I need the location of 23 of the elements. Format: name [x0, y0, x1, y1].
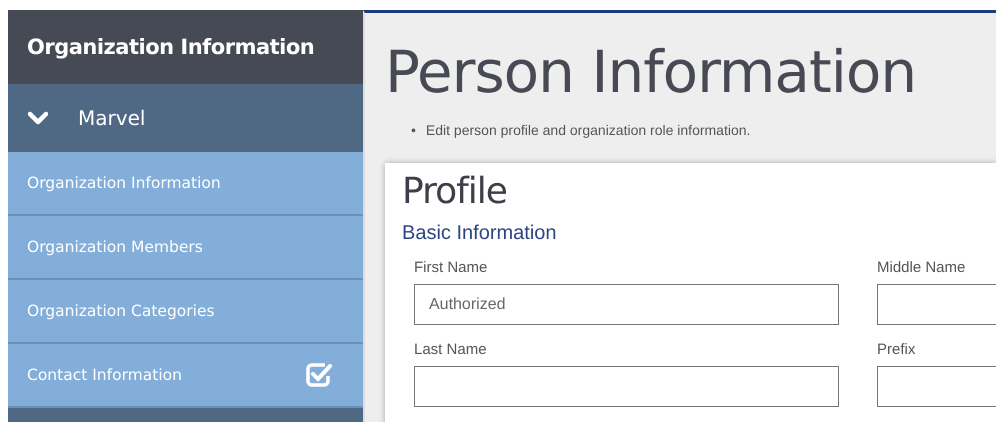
text-input[interactable]: Authorized: [414, 284, 839, 325]
chevron-icon: [28, 111, 48, 125]
sidebar-item[interactable]: Organization Information: [8, 152, 363, 216]
bullet: •: [411, 121, 416, 139]
field-label: Prefix: [877, 341, 916, 358]
field-label: First Name: [414, 259, 488, 276]
sidebar-item-label: Contact Information: [27, 366, 182, 384]
page-title: Person Information: [385, 43, 918, 101]
section-heading: Basic Information: [402, 222, 558, 245]
sidebar-title: Organization Information: [8, 10, 363, 84]
field-label: Middle Name: [877, 259, 966, 276]
sidebar-item[interactable]: Organization Categories: [8, 280, 363, 344]
sidebar-item-label: Organization Information: [27, 174, 221, 192]
group-header[interactable]: Marvel: [8, 84, 363, 152]
group-label: Marvel: [78, 106, 146, 130]
text-input[interactable]: [414, 366, 839, 407]
field-label: Last Name: [414, 341, 488, 358]
page-description: Edit person profile and organization role information.: [426, 121, 750, 139]
card-title: Profile: [402, 171, 508, 212]
sidebar-item-label: Organization Categories: [27, 302, 215, 320]
sidebar-item-label: Organization Members: [27, 238, 203, 256]
sidebar-item[interactable]: Organization Members: [8, 216, 363, 280]
sidebar-item[interactable]: Contact Information: [8, 344, 363, 408]
